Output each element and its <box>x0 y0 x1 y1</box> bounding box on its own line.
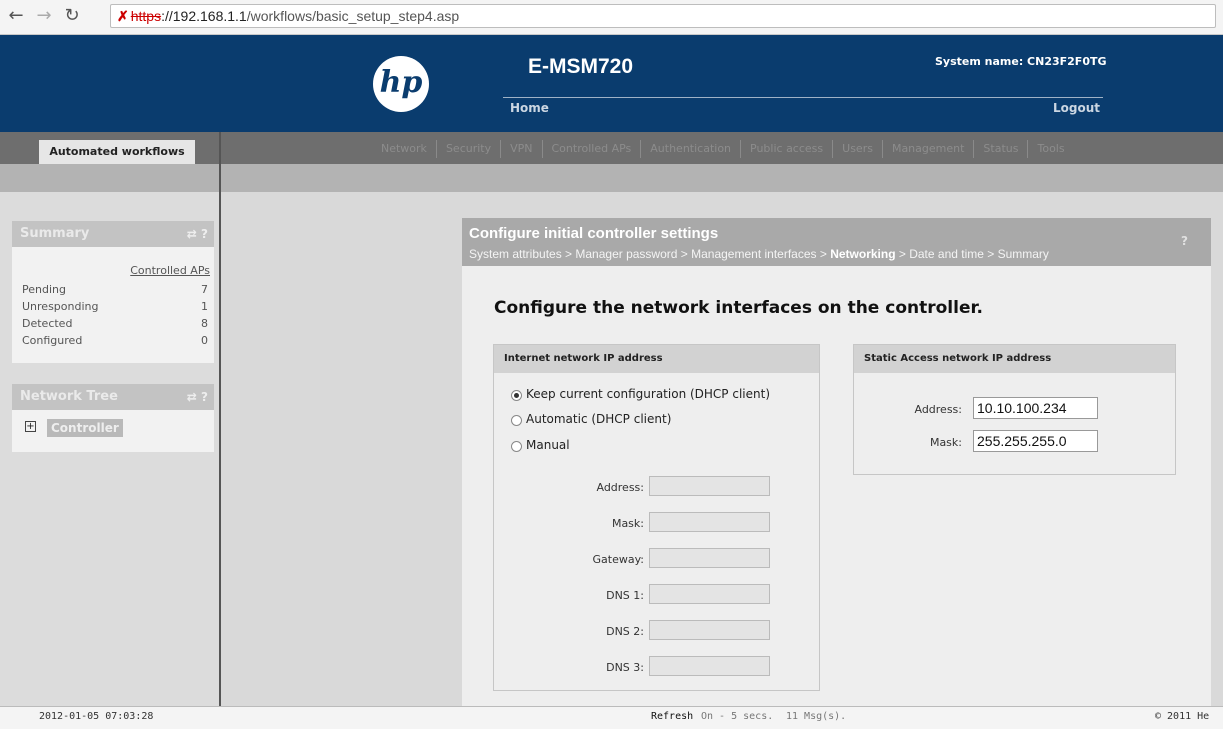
status-datetime: 2012-01-05 07:03:28 <box>39 711 154 722</box>
sidebar-divider <box>219 132 221 706</box>
internet-dns1-input[interactable] <box>649 584 770 604</box>
nav-users[interactable]: Users <box>832 140 882 158</box>
summary-row-value: 8 <box>201 317 208 330</box>
radio-label-automatic[interactable]: Automatic (DHCP client) <box>526 412 671 426</box>
panel-controls-icon[interactable]: ⇄ ? <box>187 384 208 410</box>
system-name: System name: CN23F2F0TG <box>935 55 1107 68</box>
tab-automated-workflows[interactable]: Automated workflows <box>39 140 195 164</box>
nav-management[interactable]: Management <box>881 140 973 158</box>
summary-row-label: Unresponding <box>22 300 99 313</box>
static-address-input[interactable]: 10.10.100.234 <box>973 397 1098 419</box>
tab-bar: Automated workflows Network Security VPN… <box>0 132 1223 164</box>
network-tree-panel: + Controller <box>12 410 214 452</box>
summary-row-value: 1 <box>201 300 208 313</box>
address-bar[interactable]: ✗ https://192.168.1.1/workflows/basic_set… <box>110 4 1216 28</box>
hp-logo: hp <box>373 56 429 112</box>
nav-public-access[interactable]: Public access <box>740 140 832 158</box>
summary-panel: Controlled APs Pending 7 Unresponding 1 … <box>12 247 214 363</box>
browser-toolbar: ← → ↻ ✗ https://192.168.1.1/workflows/bas… <box>0 0 1223 35</box>
tree-node-controller[interactable]: Controller <box>47 419 123 437</box>
summary-row-label: Configured <box>22 334 83 347</box>
nav-controlled-aps[interactable]: Controlled APs <box>541 140 641 158</box>
summary-row: Pending 7 <box>22 283 208 296</box>
radio-automatic[interactable] <box>511 415 522 426</box>
dns1-label: DNS 1: <box>606 589 644 602</box>
breadcrumb-current: Networking <box>830 247 896 261</box>
sub-nav-bar <box>0 164 1223 192</box>
refresh-label[interactable]: Refresh <box>651 707 693 727</box>
controlled-aps-link[interactable]: Controlled APs <box>130 264 210 277</box>
app-header: hp E-MSM720 System name: CN23F2F0TG Home… <box>0 35 1223 132</box>
product-name: E-MSM720 <box>528 55 634 78</box>
network-tree-header: Network Tree ⇄ ? <box>12 384 214 410</box>
workflow-panel-header: Configure initial controller settings Sy… <box>462 218 1211 266</box>
nav-tools[interactable]: Tools <box>1027 140 1073 158</box>
insecure-lock-icon: ✗ <box>117 8 129 24</box>
url-host: ://192.168.1.1 <box>161 8 247 24</box>
address-label: Address: <box>596 481 644 494</box>
radio-manual[interactable] <box>511 441 522 452</box>
forward-arrow-icon[interactable]: → <box>34 6 54 26</box>
copyright: © 2011 He <box>1155 711 1210 722</box>
breadcrumb: System attributes > Manager password > M… <box>469 247 1049 261</box>
dns3-label: DNS 3: <box>606 661 644 674</box>
static-mask-input[interactable]: 255.255.255.0 <box>973 430 1098 452</box>
breadcrumb-remaining: > Date and time > Summary <box>895 247 1049 261</box>
internet-dns3-input[interactable] <box>649 656 770 676</box>
summary-row-value: 0 <box>201 334 208 347</box>
network-tree-title: Network Tree <box>20 389 118 404</box>
main-nav: Network Security VPN Controlled APs Auth… <box>372 140 1074 158</box>
internet-mask-input[interactable] <box>649 512 770 532</box>
home-link[interactable]: Home <box>510 101 549 115</box>
radio-keep-current[interactable] <box>511 390 522 401</box>
url-scheme: https <box>130 8 162 24</box>
internet-box-title: Internet network IP address <box>494 345 819 373</box>
breadcrumb-steps: System attributes > Manager password > M… <box>469 247 831 261</box>
nav-authentication[interactable]: Authentication <box>640 140 740 158</box>
message-count[interactable]: 11 Msg(s). <box>786 707 846 727</box>
sidebar: Summary ⇄ ? Controlled APs Pending 7 Unr… <box>0 192 221 706</box>
summary-panel-header: Summary ⇄ ? <box>12 221 214 247</box>
header-divider <box>503 97 1103 98</box>
internet-dns2-input[interactable] <box>649 620 770 640</box>
nav-security[interactable]: Security <box>435 140 500 158</box>
summary-row: Unresponding 1 <box>22 300 208 313</box>
summary-row-value: 7 <box>201 283 208 296</box>
page-heading: Configure the network interfaces on the … <box>494 298 983 318</box>
summary-row: Configured 0 <box>22 334 208 347</box>
expand-plus-icon[interactable]: + <box>25 421 36 432</box>
summary-row-label: Detected <box>22 317 73 330</box>
url-path: /workflows/basic_setup_step4.asp <box>246 8 460 24</box>
radio-label-manual[interactable]: Manual <box>526 438 570 452</box>
static-mask-label: Mask: <box>929 436 962 449</box>
status-bar: 2012-01-05 07:03:28 Refresh On - 5 secs.… <box>0 706 1223 729</box>
static-address-label: Address: <box>914 403 962 416</box>
nav-network[interactable]: Network <box>372 140 436 158</box>
dns2-label: DNS 2: <box>606 625 644 638</box>
static-access-ip-box: Static Access network IP address Address… <box>853 344 1176 475</box>
summary-row: Detected 8 <box>22 317 208 330</box>
refresh-value[interactable]: On - 5 secs. <box>701 707 773 727</box>
internet-address-input[interactable] <box>649 476 770 496</box>
summary-title: Summary <box>20 226 90 241</box>
summary-row-label: Pending <box>22 283 66 296</box>
reload-icon[interactable]: ↻ <box>62 6 82 26</box>
radio-label-keep-current[interactable]: Keep current configuration (DHCP client) <box>526 387 770 401</box>
internet-gateway-input[interactable] <box>649 548 770 568</box>
back-arrow-icon[interactable]: ← <box>6 6 26 26</box>
nav-status[interactable]: Status <box>973 140 1027 158</box>
logout-link[interactable]: Logout <box>1053 101 1100 115</box>
static-box-title: Static Access network IP address <box>854 345 1175 373</box>
workflow-panel: Configure the network interfaces on the … <box>462 266 1211 706</box>
nav-vpn[interactable]: VPN <box>500 140 541 158</box>
mask-label: Mask: <box>611 517 644 530</box>
panel-controls-icon[interactable]: ⇄ ? <box>187 221 208 247</box>
help-icon[interactable]: ? <box>1181 234 1188 248</box>
gateway-label: Gateway: <box>592 553 645 566</box>
panel-title: Configure initial controller settings <box>469 225 719 242</box>
internet-ip-box: Internet network IP address Keep current… <box>493 344 820 691</box>
